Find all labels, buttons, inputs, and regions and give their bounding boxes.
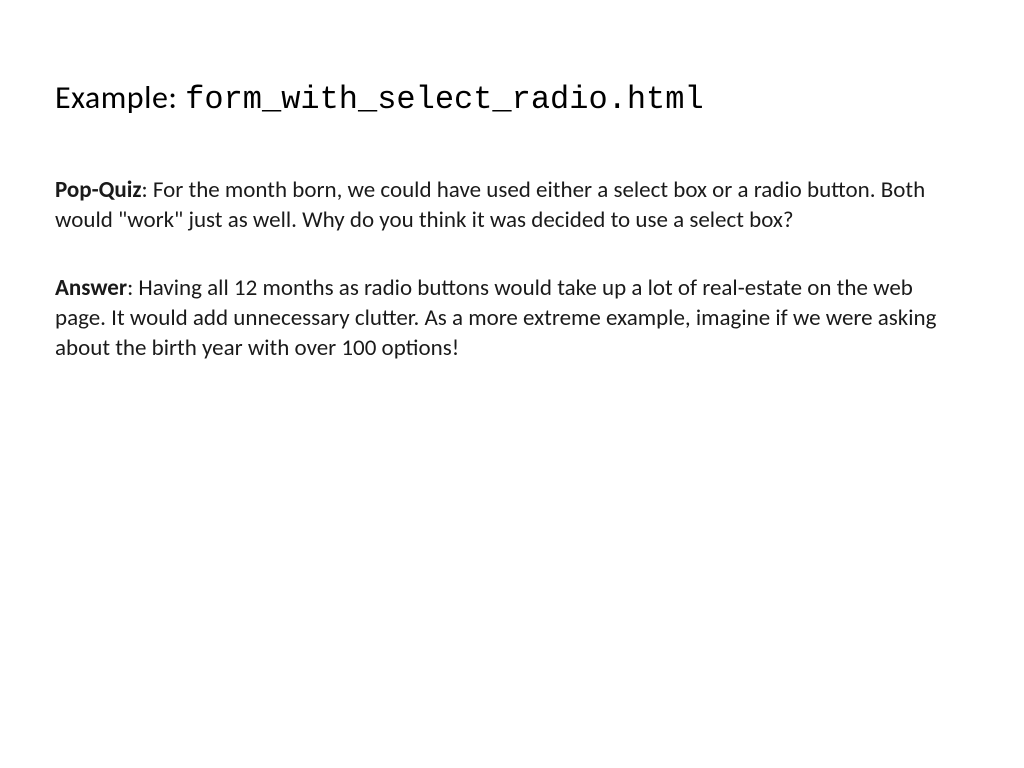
slide-heading: Example: form_with_select_radio.html <box>55 78 969 118</box>
quiz-paragraph: Pop-Quiz: For the month born, we could h… <box>55 176 969 236</box>
quiz-label: Pop-Quiz <box>55 176 142 204</box>
answer-paragraph: Answer: Having all 12 months as radio bu… <box>55 274 969 364</box>
answer-label: Answer <box>55 274 127 302</box>
answer-text: : Having all 12 months as radio buttons … <box>55 274 936 362</box>
heading-label: Example: <box>55 78 185 117</box>
quiz-text: : For the month born, we could have used… <box>55 176 925 234</box>
heading-filename: form_with_select_radio.html <box>185 81 703 118</box>
